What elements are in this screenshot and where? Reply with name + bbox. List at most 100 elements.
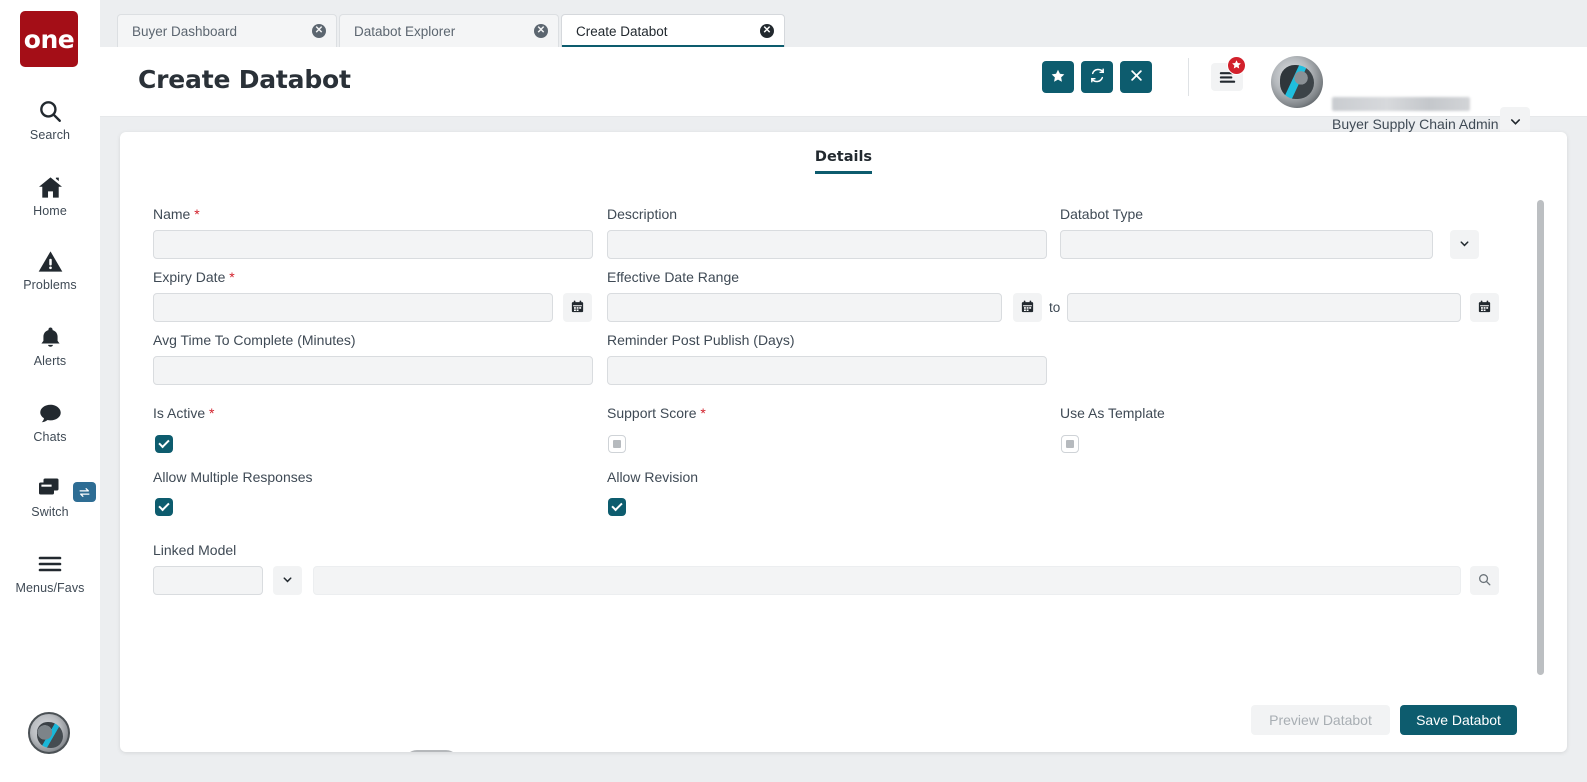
sidebar-item-chats[interactable]: Chats <box>0 398 100 444</box>
home-icon <box>37 172 64 202</box>
sidebar-item-label: Alerts <box>34 354 67 368</box>
calendar-icon <box>1020 299 1035 317</box>
name-label: Name * <box>153 206 200 222</box>
support-score-label-text: Support Score <box>607 405 697 421</box>
expiry-date-label-text: Expiry Date <box>153 269 225 285</box>
work-area: Buyer Dashboard ✕ Databot Explorer ✕ Cre… <box>100 0 1587 782</box>
brand-logo[interactable]: one <box>20 11 78 67</box>
expiry-date-input[interactable] <box>153 293 553 322</box>
is-active-checkbox[interactable] <box>155 435 173 453</box>
calendar-icon <box>570 299 585 317</box>
tab-create-databot[interactable]: Create Databot ✕ <box>561 14 785 47</box>
required-marker: * <box>225 269 234 285</box>
effective-date-from-calendar-button[interactable] <box>1013 293 1042 322</box>
sidebar-item-search[interactable]: Search <box>0 96 100 142</box>
user-name-redacted <box>1332 97 1470 111</box>
close-icon[interactable]: ✕ <box>312 24 326 38</box>
linked-model-dropdown-button[interactable] <box>273 566 302 595</box>
avg-time-to-complete-label: Avg Time To Complete (Minutes) <box>153 332 356 348</box>
chevron-down-icon <box>1458 237 1471 253</box>
recurring-databot-toggle[interactable] <box>404 750 459 752</box>
header-divider <box>1188 58 1189 96</box>
tab-label: Buyer Dashboard <box>132 24 300 39</box>
support-score-label: Support Score * <box>607 405 706 421</box>
allow-multiple-responses-checkbox[interactable] <box>155 498 173 516</box>
reminder-post-publish-label: Reminder Post Publish (Days) <box>607 332 795 348</box>
close-button[interactable] <box>1120 61 1152 93</box>
details-card: Details Name * Description Databot Type <box>120 132 1567 752</box>
user-menu-chevron-down-icon[interactable] <box>1500 107 1530 135</box>
refresh-button[interactable] <box>1081 61 1113 93</box>
allow-multiple-responses-label: Allow Multiple Responses <box>153 469 313 485</box>
effective-date-from-input[interactable] <box>607 293 1002 322</box>
sidebar-item-menus-favs[interactable]: Menus/Favs <box>0 549 100 595</box>
save-databot-button[interactable]: Save Databot <box>1400 705 1517 735</box>
bell-icon <box>38 322 63 352</box>
effective-date-to-calendar-button[interactable] <box>1470 293 1499 322</box>
hamburger-icon <box>36 549 64 579</box>
sidebar-item-label: Switch <box>31 505 68 519</box>
tab-details[interactable]: Details <box>815 149 872 174</box>
sidebar-item-label: Chats <box>33 430 66 444</box>
sidebar-item-home[interactable]: Home <box>0 172 100 218</box>
avatar-graphic <box>37 722 63 748</box>
brand-logo-text: one <box>24 25 74 54</box>
sidebar-item-label: Menus/Favs <box>15 581 84 595</box>
effective-date-range-label: Effective Date Range <box>607 269 739 285</box>
expiry-date-calendar-button[interactable] <box>563 293 592 322</box>
star-icon <box>1231 59 1242 73</box>
x-icon <box>1129 68 1144 86</box>
support-score-checkbox[interactable] <box>608 435 626 453</box>
favorites-badge[interactable] <box>1227 56 1246 75</box>
close-icon[interactable]: ✕ <box>760 24 774 38</box>
star-icon <box>1050 68 1066 87</box>
sidebar-item-label: Search <box>30 128 70 142</box>
is-active-label: Is Active * <box>153 405 214 421</box>
avg-time-to-complete-input[interactable] <box>153 356 593 385</box>
user-avatar-icon[interactable] <box>28 712 70 754</box>
use-as-template-checkbox[interactable] <box>1061 435 1079 453</box>
linked-model-search-button[interactable] <box>1470 566 1499 595</box>
sidebar-item-label: Problems <box>23 278 77 292</box>
description-input[interactable] <box>607 230 1047 259</box>
tab-buyer-dashboard[interactable]: Buyer Dashboard ✕ <box>117 14 337 47</box>
sidebar-item-problems[interactable]: Problems <box>0 246 100 292</box>
required-marker: * <box>205 405 214 421</box>
vertical-scrollbar[interactable] <box>1537 200 1544 675</box>
tab-label: Create Databot <box>576 24 748 39</box>
avatar-graphic <box>1280 65 1314 99</box>
allow-revision-checkbox[interactable] <box>608 498 626 516</box>
search-icon <box>37 96 63 126</box>
sidebar-item-alerts[interactable]: Alerts <box>0 322 100 368</box>
user-role-label: Buyer Supply Chain Admin <box>1332 116 1499 132</box>
favorite-button[interactable] <box>1042 61 1074 93</box>
linked-model-search-input[interactable] <box>313 566 1461 595</box>
tab-databot-explorer[interactable]: Databot Explorer ✕ <box>339 14 559 47</box>
linked-model-select-input[interactable] <box>153 566 263 595</box>
effective-date-to-input[interactable] <box>1067 293 1461 322</box>
page-header: Create Databot <box>100 47 1587 117</box>
description-label: Description <box>607 206 677 222</box>
search-icon <box>1477 572 1492 590</box>
allow-revision-label: Allow Revision <box>607 469 698 485</box>
page-title: Create Databot <box>138 65 351 94</box>
close-icon[interactable]: ✕ <box>534 24 548 38</box>
databot-type-label: Databot Type <box>1060 206 1143 222</box>
card-tab-row: Details <box>120 148 1567 174</box>
use-as-template-label: Use As Template <box>1060 405 1165 421</box>
warning-triangle-icon <box>37 246 64 276</box>
avatar[interactable] <box>1271 56 1323 108</box>
name-label-text: Name <box>153 206 190 222</box>
tab-label: Databot Explorer <box>354 24 522 39</box>
name-input[interactable] <box>153 230 593 259</box>
databot-type-dropdown-button[interactable] <box>1450 230 1479 259</box>
reminder-post-publish-input[interactable] <box>607 356 1047 385</box>
chevron-down-icon <box>281 573 294 589</box>
swap-arrows-icon[interactable] <box>73 482 96 502</box>
sidebar-item-label: Home <box>33 204 67 218</box>
required-marker: * <box>697 405 706 421</box>
databot-type-input[interactable] <box>1060 230 1433 259</box>
left-navigation-rail: one Search Home <box>0 0 100 782</box>
date-range-separator: to <box>1049 300 1060 315</box>
preview-databot-button[interactable]: Preview Databot <box>1251 705 1390 735</box>
